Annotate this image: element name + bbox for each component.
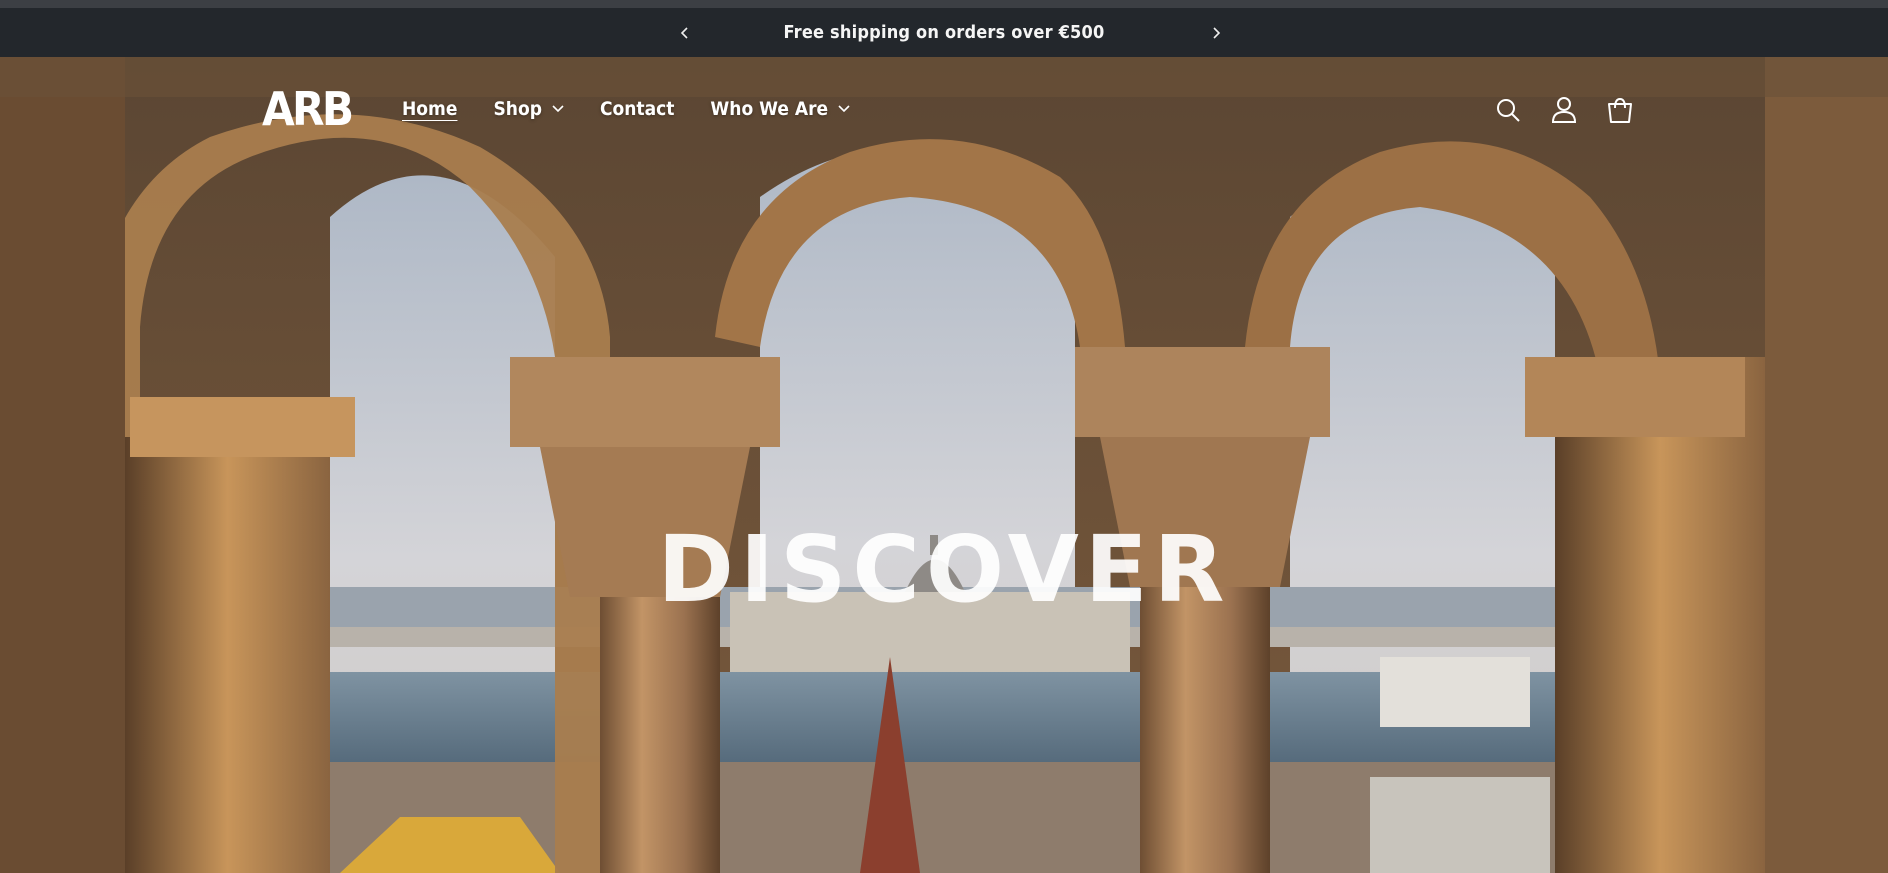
nav-item-label: Shop [493,98,542,120]
search-icon [1497,99,1520,122]
search-button[interactable] [1488,90,1528,130]
account-icon [1551,97,1577,123]
nav-item-contact[interactable]: Contact [600,98,674,120]
site-header: ARB Home Shop Contact Who We Are [0,57,1888,159]
nav-item-shop[interactable]: Shop [493,98,564,120]
announcement-next-button[interactable] [1202,19,1230,47]
nav-item-label: Home [402,98,458,120]
nav-item-label: Contact [599,98,675,120]
announcement-bar: Free shipping on orders over €500 [0,8,1888,57]
hero-banner [0,57,1888,873]
chevron-left-icon [680,26,688,39]
browser-top-strip [0,0,1888,8]
hero-title: DISCOVER [657,516,1231,623]
main-nav: Home Shop Contact Who We Are [402,91,886,127]
hero-image [0,57,1888,873]
chevron-down-icon [838,105,850,113]
header-icons [1488,90,1656,130]
nav-item-who-we-are[interactable]: Who We Are [710,98,850,120]
announcement-text: Free shipping on orders over €500 [783,22,1105,43]
cart-button[interactable] [1600,90,1640,130]
logo-text: ARB [262,82,354,136]
chevron-right-icon [1213,26,1221,39]
chevron-down-icon [552,105,564,113]
announcement-prev-button[interactable] [671,19,699,47]
account-button[interactable] [1544,90,1584,130]
logo[interactable]: ARB [262,84,354,134]
cart-icon [1608,97,1632,123]
nav-item-label: Who We Are [710,98,829,120]
nav-item-home[interactable]: Home [402,98,457,120]
